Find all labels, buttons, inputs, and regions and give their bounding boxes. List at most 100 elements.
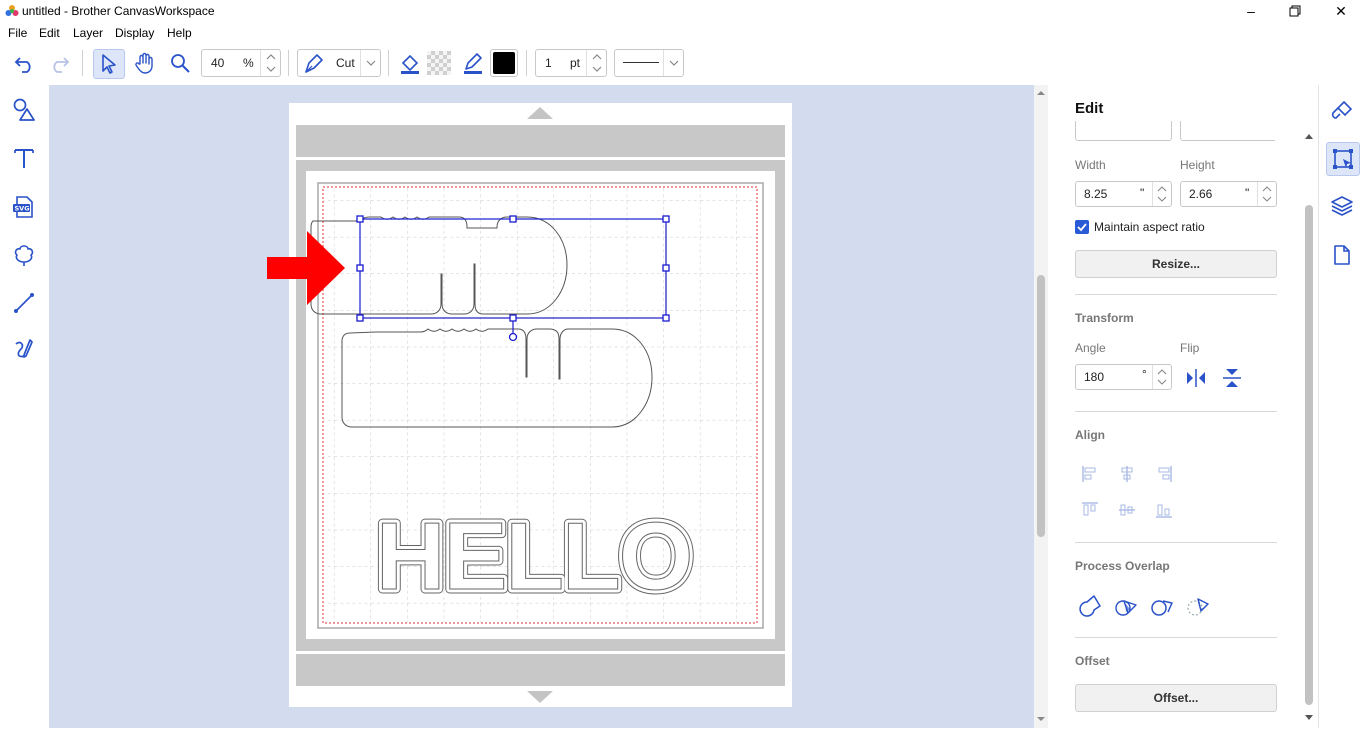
align-right-icon	[1158, 466, 1172, 482]
line-draw-tool-button[interactable]	[9, 288, 39, 318]
redo-button[interactable]	[44, 49, 74, 77]
canvas-scrollbar[interactable]	[1034, 85, 1048, 728]
page-icon	[1334, 245, 1350, 265]
restore-icon	[1289, 5, 1301, 17]
line-width-spinner[interactable]	[586, 50, 607, 76]
window-title: untitled - Brother CanvasWorkspace	[22, 4, 215, 18]
zoom-tool-button[interactable]	[165, 49, 195, 77]
line-tool-button[interactable]	[458, 49, 488, 77]
canvas-workspace[interactable]: HELLO HELLO HELLO	[49, 85, 1034, 728]
freehand-tool-button[interactable]	[9, 334, 39, 364]
line-style-dropdown[interactable]	[614, 49, 684, 77]
magnifier-icon	[171, 54, 190, 73]
flip-vertical-icon	[1223, 369, 1241, 387]
align-top-icon	[1082, 502, 1098, 516]
menu-bar	[0, 23, 1366, 43]
angle-value: 180	[1084, 370, 1105, 384]
menu-edit[interactable]: Edit	[39, 26, 60, 40]
minimize-button[interactable]: –	[1228, 0, 1274, 23]
line-style-preview	[623, 62, 659, 63]
mode-dropdown[interactable]: Cut	[297, 49, 381, 77]
fill-tool-button[interactable]	[395, 49, 425, 77]
shapes-tool-button[interactable]	[9, 95, 39, 125]
edit-tab-button[interactable]	[1326, 142, 1360, 176]
text-tool-button[interactable]	[9, 143, 39, 173]
pen-icon	[464, 53, 482, 74]
chevron-down-icon	[663, 50, 684, 76]
close-button[interactable]: ✕	[1318, 0, 1364, 23]
color-tab-button[interactable]	[1326, 95, 1358, 127]
layers-tab-button[interactable]	[1326, 190, 1358, 222]
page-tab-button[interactable]	[1326, 239, 1358, 271]
width-spinner[interactable]	[1152, 182, 1171, 206]
zoom-input[interactable]: 40 %	[201, 49, 281, 77]
weld-icon	[1079, 595, 1101, 617]
fill-color-swatch[interactable]	[427, 51, 451, 75]
height-label: Height	[1180, 158, 1215, 172]
zoom-unit: %	[243, 56, 254, 70]
divider	[1075, 294, 1277, 295]
height-spinner[interactable]	[1257, 182, 1276, 206]
zoom-spinner[interactable]	[260, 50, 281, 76]
width-input[interactable]: 8.25 "	[1075, 181, 1172, 207]
app-logo-icon	[5, 5, 19, 16]
freehand-icon	[15, 339, 33, 358]
line-width-unit: pt	[570, 56, 581, 70]
line-width-input[interactable]: 1 pt	[535, 49, 607, 77]
angle-spinner[interactable]	[1152, 365, 1171, 389]
patterns-tool-button[interactable]	[9, 240, 39, 270]
divider	[1075, 637, 1277, 638]
menu-display[interactable]: Display	[115, 26, 154, 40]
align-right-button[interactable]	[1152, 462, 1176, 486]
flip-vertical-button[interactable]	[1220, 366, 1244, 390]
exclude-button[interactable]	[1186, 593, 1210, 617]
hello-text[interactable]: HELLO	[376, 503, 694, 611]
title-bar: untitled - Brother CanvasWorkspace – ✕	[0, 0, 1366, 23]
brush-icon	[1331, 100, 1353, 119]
redo-icon	[53, 57, 70, 73]
mode-label: Cut	[336, 56, 355, 70]
offset-title: Offset	[1075, 654, 1110, 668]
svg-import-button[interactable]: SVG	[9, 192, 39, 222]
transform-title: Transform	[1075, 311, 1134, 325]
align-middle-button[interactable]	[1115, 498, 1139, 522]
align-top-button[interactable]	[1078, 498, 1102, 522]
line-color-swatch[interactable]	[490, 49, 518, 77]
align-title: Align	[1075, 428, 1105, 442]
cut-pen-icon	[305, 54, 323, 73]
mat-drawing[interactable]: HELLO HELLO HELLO	[49, 85, 1034, 728]
align-bottom-button[interactable]	[1152, 498, 1176, 522]
height-input[interactable]: 2.66 "	[1180, 181, 1277, 207]
subtract-button[interactable]	[1150, 593, 1174, 617]
width-label: Width	[1075, 158, 1106, 172]
intersect-button[interactable]	[1114, 593, 1138, 617]
exclude-icon	[1187, 598, 1209, 616]
pan-tool-button[interactable]	[130, 49, 160, 77]
height-unit: "	[1245, 186, 1250, 200]
chevron-down-icon	[360, 50, 381, 76]
flip-horizontal-button[interactable]	[1184, 366, 1208, 390]
process-overlap-title: Process Overlap	[1075, 559, 1170, 573]
hand-icon	[135, 52, 153, 74]
menu-help[interactable]: Help	[167, 26, 192, 40]
restore-button[interactable]	[1272, 0, 1318, 23]
divider	[1075, 411, 1277, 412]
left-toolbar	[0, 85, 49, 728]
resize-button[interactable]: Resize...	[1075, 250, 1277, 278]
text-icon	[14, 149, 34, 168]
undo-button[interactable]	[10, 49, 40, 77]
angle-input[interactable]: 180 °	[1075, 364, 1172, 390]
paint-bucket-icon	[401, 54, 419, 74]
align-left-button[interactable]	[1078, 462, 1102, 486]
align-bottom-icon	[1156, 504, 1172, 518]
align-center-button[interactable]	[1115, 462, 1139, 486]
svg-file-icon: SVG	[13, 196, 33, 218]
weld-button[interactable]	[1078, 593, 1102, 617]
select-tool-button[interactable]	[93, 49, 125, 79]
offset-button[interactable]: Offset...	[1075, 684, 1277, 712]
maintain-aspect-checkbox[interactable]	[1075, 220, 1089, 234]
panel-scrollbar[interactable]	[1302, 85, 1316, 728]
clover-icon	[14, 245, 34, 266]
menu-file[interactable]: File	[8, 26, 27, 40]
menu-layer[interactable]: Layer	[73, 26, 103, 40]
